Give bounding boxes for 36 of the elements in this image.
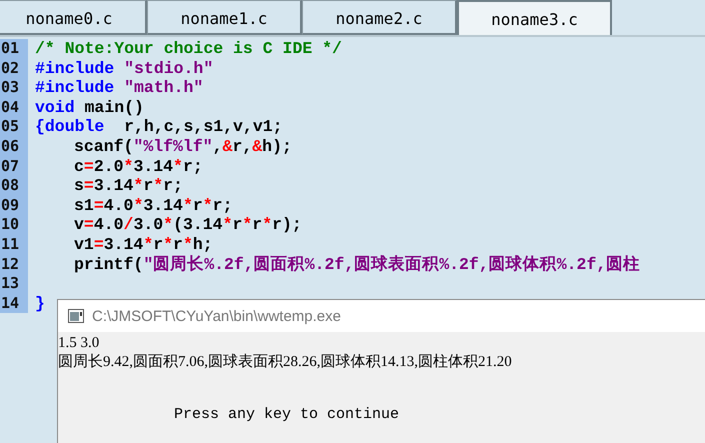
code-line: /* Note:Your choice is C IDE */	[35, 39, 343, 59]
file-tab[interactable]: noname0.c	[0, 0, 147, 35]
code-line: s1=4.0*3.14*r*r;	[73, 196, 234, 216]
line-number: 09	[0, 196, 28, 216]
code-line: #include "math.h"	[35, 78, 204, 98]
line-number: 12	[0, 254, 28, 274]
code-line: scanf("%lf%lf",&r,&h);	[73, 136, 293, 157]
file-tab[interactable]: noname3.c	[457, 0, 612, 35]
console-prompt: Press any key to continue	[173, 406, 400, 423]
code-line: v1=3.14*r*r*h;	[73, 234, 214, 255]
line-number: 05	[0, 117, 28, 137]
line-number: 13	[0, 274, 28, 294]
line-number: 10	[0, 215, 28, 235]
line-number: 11	[0, 234, 28, 255]
code-line: {double r,h,c,s,s1,v,v1;	[35, 117, 284, 137]
code-line: c=2.0*3.14*r;	[73, 156, 204, 176]
file-tab[interactable]: noname2.c	[302, 0, 457, 35]
code-line: v=4.0/3.0*(3.14*r*r*r);	[73, 215, 303, 235]
window-icon	[68, 309, 84, 323]
line-number: 03	[0, 78, 28, 98]
line-number: 04	[0, 98, 28, 118]
code-line: s=3.14*r*r;	[73, 176, 184, 196]
window-title: C:\JMSOFT\CYuYan\bin\wwtemp.exe	[92, 308, 341, 324]
file-tab[interactable]: noname1.c	[147, 0, 302, 35]
console-output: 1.5 3.0	[58, 334, 100, 353]
line-number: 14	[0, 294, 28, 314]
console-output: 圆周长9.42,圆面积7.06,圆球表面积28.26,圆球体积14.13,圆柱体积21.20	[58, 353, 513, 372]
line-number: 07	[0, 156, 28, 176]
line-number: 01	[0, 39, 28, 59]
code-line: void main()	[35, 98, 145, 118]
code-line: #include "stdio.h"	[35, 58, 214, 78]
line-number: 02	[0, 58, 28, 78]
line-number: 08	[0, 176, 28, 196]
code-line: printf("圆周长%.2f,圆面积%.2f,圆球表面积%.2f,圆球体积%.2f,圆柱	[73, 254, 642, 274]
code-line: }	[35, 294, 46, 314]
line-number: 06	[0, 136, 28, 157]
